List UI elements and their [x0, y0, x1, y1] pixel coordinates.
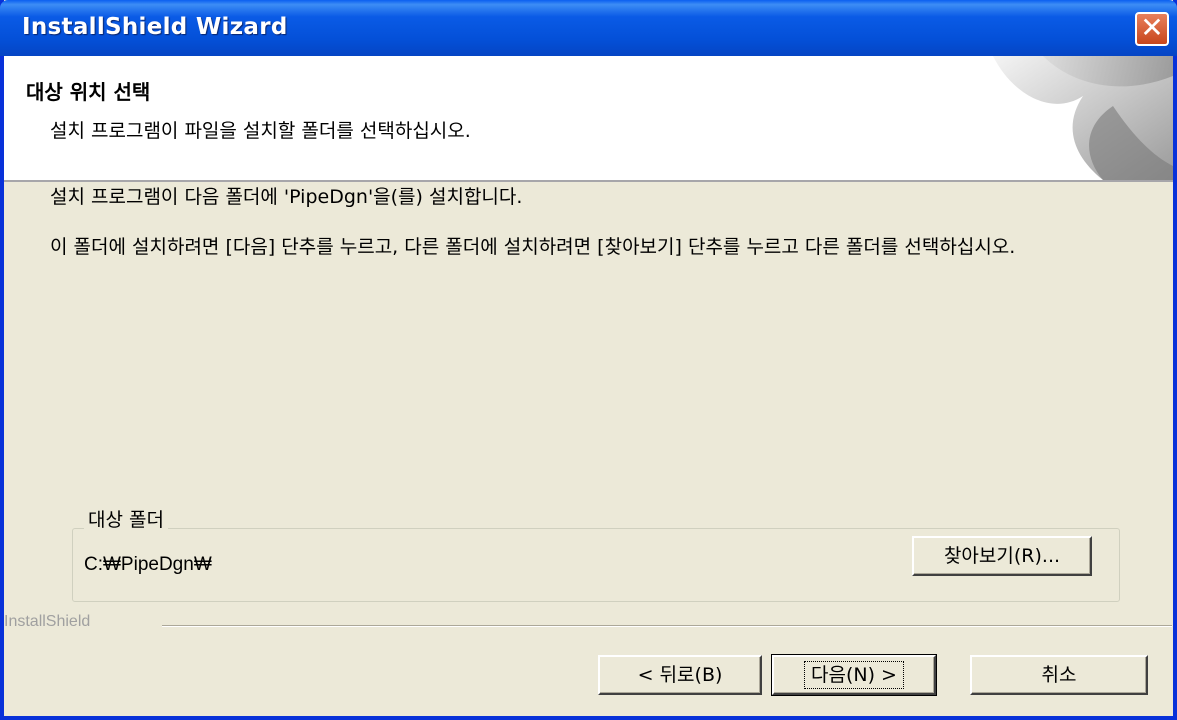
page-title: 대상 위치 선택 [26, 80, 151, 104]
close-button[interactable]: ✕ [1135, 12, 1169, 46]
destination-folder-path: C:₩PipeDgn₩ [84, 554, 212, 575]
page-subtitle: 설치 프로그램이 파일을 설치할 폴더를 선택하십시오. [50, 120, 471, 142]
cancel-button[interactable]: 취소 [970, 655, 1148, 695]
browse-button[interactable]: 찾아보기(R)... [912, 536, 1092, 576]
back-button[interactable]: < 뒤로(B) [598, 655, 762, 695]
next-button[interactable]: 다음(N) > [771, 654, 937, 696]
wizard-header: 대상 위치 선택 설치 프로그램이 파일을 설치할 폴더를 선택하십시오. [4, 56, 1173, 182]
instruction-text: 이 폴더에 설치하려면 [다음] 단추를 누르고, 다른 폴더에 설치하려면 [… [50, 236, 1016, 258]
destination-folder-label: 대상 폴더 [84, 505, 168, 532]
title-bar[interactable]: InstallShield Wizard ✕ [0, 0, 1177, 56]
install-location-text: 설치 프로그램이 다음 폴더에 'PipeDgn'을(를) 설치합니다. [50, 186, 523, 208]
window-title: InstallShield Wizard [22, 14, 288, 40]
page-curl-art [993, 56, 1173, 180]
installer-window: InstallShield Wizard ✕ 대상 위치 선택 설치 프로그램이… [0, 0, 1177, 720]
next-button-label: 다음(N) > [804, 661, 904, 689]
footer-separator [162, 625, 1172, 627]
close-icon: ✕ [1140, 11, 1164, 44]
installshield-brand-label: InstallShield [4, 613, 91, 630]
